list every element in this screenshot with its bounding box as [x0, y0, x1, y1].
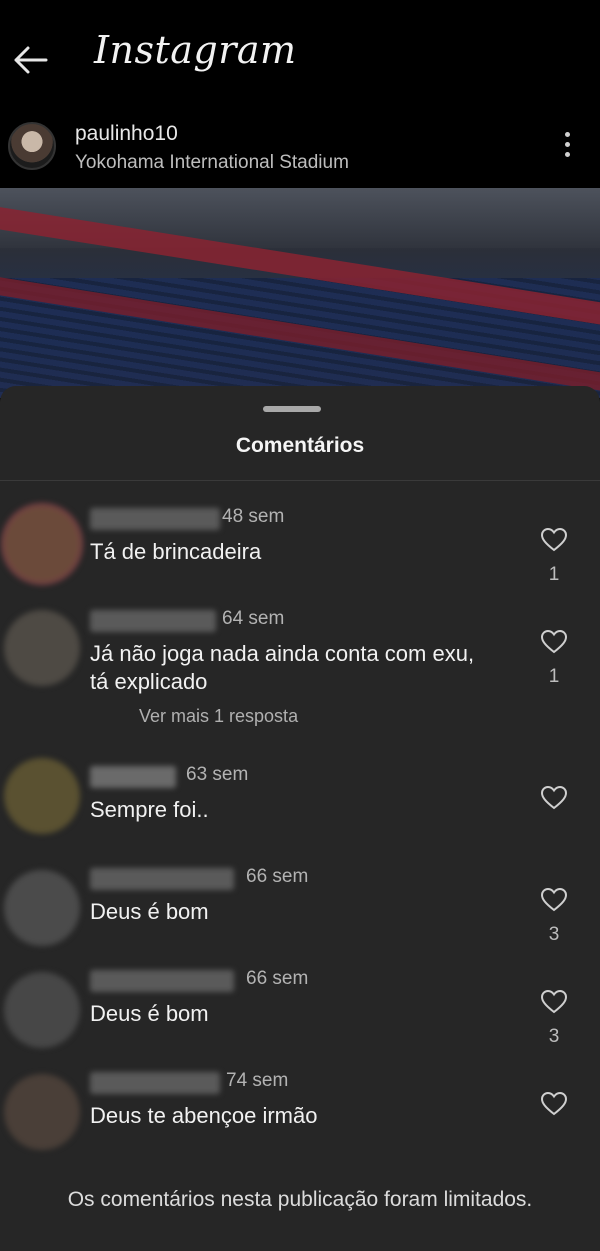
top-app-bar: Instagram: [0, 0, 600, 110]
view-replies-link[interactable]: Ver mais 1 resposta: [139, 706, 298, 727]
like-count: 3: [548, 924, 560, 945]
like-count: 1: [548, 666, 560, 687]
heart-icon[interactable]: [541, 990, 567, 1014]
comment-username-redacted[interactable]: [90, 1072, 220, 1094]
comment-avatar[interactable]: [4, 506, 80, 582]
heart-icon[interactable]: [541, 528, 567, 552]
comment-text: Já não joga nada ainda conta com exu, tá…: [90, 641, 475, 694]
comment-time: 48 sem: [222, 506, 285, 527]
comment-username-redacted[interactable]: [90, 970, 234, 992]
comment-avatar[interactable]: [4, 870, 80, 946]
comment-username-redacted[interactable]: [90, 868, 234, 890]
list-fade: [0, 1150, 600, 1180]
comment-avatar[interactable]: [4, 758, 80, 834]
drag-handle[interactable]: [263, 406, 321, 412]
arrow-left-icon: [14, 46, 48, 74]
comment-avatar[interactable]: [4, 1074, 80, 1150]
comment-text: Tá de brincadeira: [90, 539, 262, 564]
comment-text: Sempre foi..: [90, 797, 209, 822]
avatar[interactable]: [8, 122, 56, 170]
post-header: paulinho10 Yokohama International Stadiu…: [0, 110, 600, 188]
comment-avatar[interactable]: [4, 972, 80, 1048]
instagram-logo: Instagram: [94, 28, 297, 72]
comment-time: 66 sem: [246, 866, 309, 887]
back-button[interactable]: [10, 40, 50, 80]
more-options-button[interactable]: [562, 132, 572, 162]
comment-text: Deus é bom: [90, 899, 209, 924]
comment-text: Deus é bom: [90, 1001, 209, 1026]
comment-text: Deus te abençoe irmão: [90, 1103, 318, 1128]
comment-time: 74 sem: [226, 1070, 289, 1091]
more-vertical-icon: [562, 132, 572, 157]
comment-username-redacted[interactable]: [90, 508, 220, 530]
comment-username-redacted[interactable]: [90, 610, 216, 632]
comment-avatar[interactable]: [4, 610, 80, 686]
divider: [0, 480, 600, 481]
post-location[interactable]: Yokohama International Stadium: [75, 152, 349, 174]
heart-icon[interactable]: [541, 630, 567, 654]
heart-icon[interactable]: [541, 786, 567, 810]
heart-icon[interactable]: [541, 888, 567, 912]
comment-time: 66 sem: [246, 968, 309, 989]
post-username[interactable]: paulinho10: [75, 122, 178, 146]
like-count: 1: [548, 564, 560, 585]
post-image: [0, 188, 600, 398]
sheet-title: Comentários: [235, 434, 365, 457]
like-count: 3: [548, 1026, 560, 1047]
comment-time: 64 sem: [222, 608, 285, 629]
heart-icon[interactable]: [541, 1092, 567, 1116]
comment-username-redacted[interactable]: [90, 766, 176, 788]
comment-time: 63 sem: [186, 764, 249, 785]
comments-limited-notice: Os comentários nesta publicação foram li…: [67, 1188, 533, 1211]
